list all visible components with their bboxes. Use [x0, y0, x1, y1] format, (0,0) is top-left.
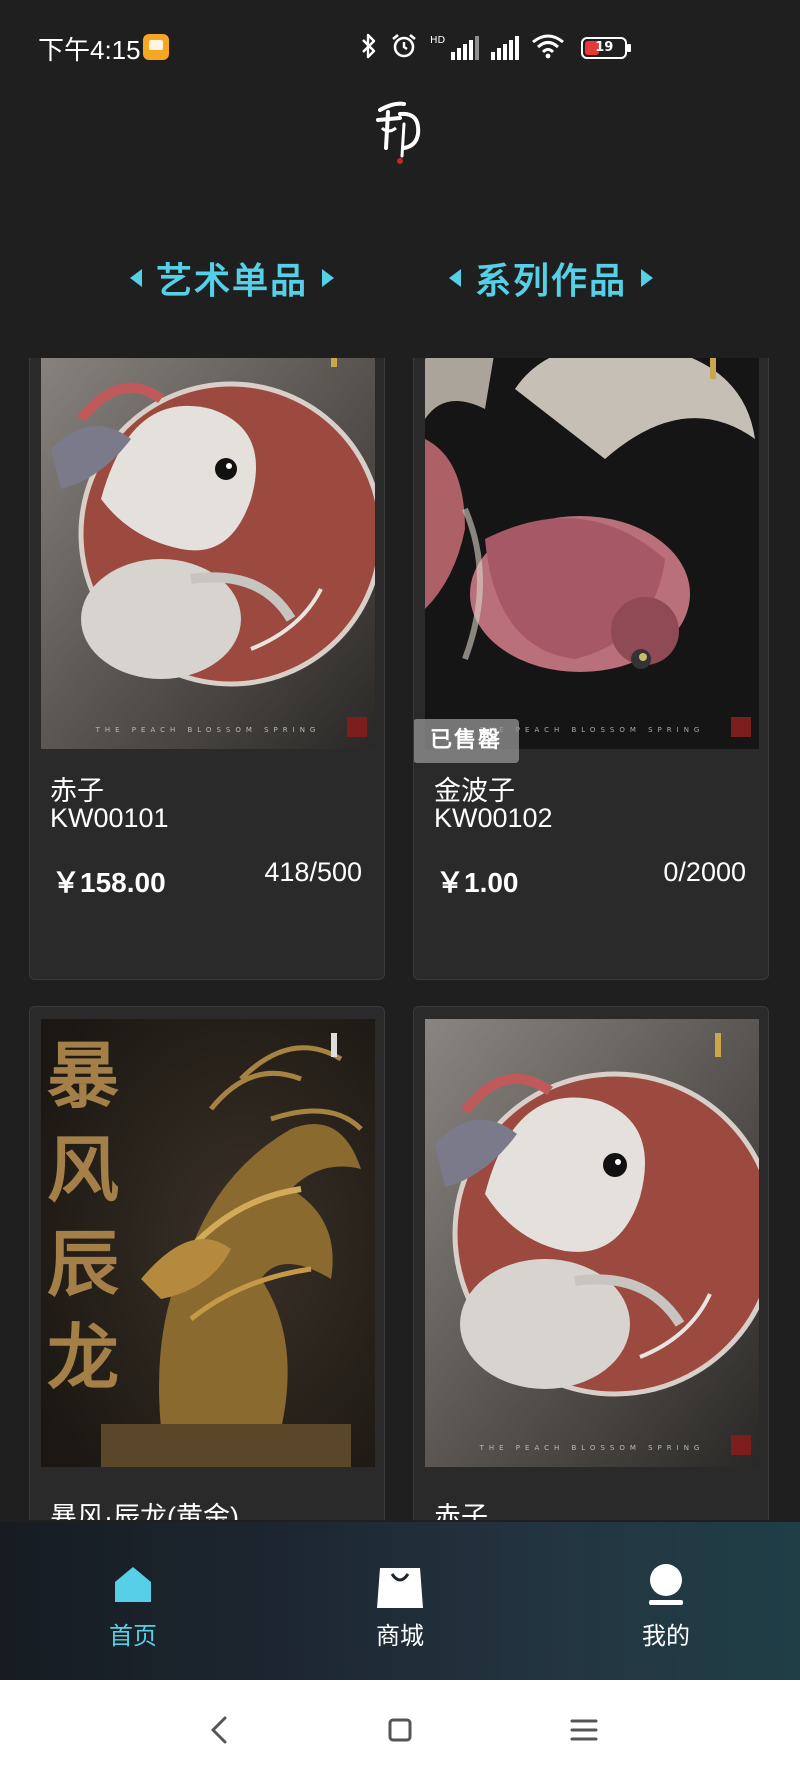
tab-label: 系列作品 [475, 261, 628, 302]
battery-icon: 19 [581, 37, 632, 59]
arrow-left-icon [130, 269, 142, 287]
status-bar: 下午4:15 HD 19 [0, 0, 800, 96]
menu-icon[interactable] [562, 1708, 606, 1752]
tab-series-works[interactable]: 系列作品 [449, 250, 654, 306]
back-icon[interactable] [198, 1708, 242, 1752]
alarm-icon [390, 32, 418, 65]
arrow-right-icon [322, 269, 335, 287]
product-image[interactable]: THE PEACH BLOSSOM SPRING [425, 358, 759, 749]
arrow-left-icon [449, 269, 461, 287]
nav-profile[interactable]: 我的 [606, 1564, 726, 1651]
product-grid: THE PEACH BLOSSOM SPRING 赤子 KW00101 ￥158… [0, 358, 800, 1520]
product-card[interactable]: THE PEACH BLOSSOM SPRING 赤子 KW00101 ￥158… [29, 358, 385, 980]
sold-out-badge: 已售罄 [414, 719, 519, 763]
nav-label: 我的 [642, 1622, 690, 1650]
notification-app-icon [143, 34, 169, 60]
shopping-bag-icon [340, 1564, 460, 1608]
category-tabs: 艺术单品 系列作品 [0, 250, 800, 310]
product-stock: 418/500 [264, 857, 362, 887]
image-caption: THE PEACH BLOSSOM SPRING [95, 726, 321, 734]
arrow-right-icon [641, 269, 654, 287]
brand-logo [374, 98, 426, 168]
product-card[interactable]: THE PEACH BLOSSOM SPRING 已售罄 金波子 KW00102… [413, 358, 769, 980]
product-code: KW00102 [434, 803, 553, 833]
product-card[interactable]: THE PEACH BLOSSOM SPRING 赤子 [413, 1006, 769, 1520]
nav-shop[interactable]: 商城 [340, 1564, 460, 1651]
image-caption: THE PEACH BLOSSOM SPRING [479, 1444, 705, 1452]
wifi-icon [531, 33, 565, 64]
product-card[interactable]: 暴风辰龙 暴风·辰龙(黄金) [29, 1006, 385, 1520]
product-price: ￥1.00 [436, 867, 519, 898]
tab-art-single[interactable]: 艺术单品 [130, 250, 335, 306]
signal-icon-2 [491, 36, 520, 60]
profile-icon [606, 1564, 726, 1608]
poster-text: 暴风辰龙 [47, 1033, 120, 1400]
status-time: 下午4:15 [38, 35, 141, 65]
bluetooth-icon [360, 33, 378, 64]
hd-label: HD [430, 34, 446, 46]
product-code: KW00101 [50, 803, 169, 833]
battery-level: 19 [595, 40, 614, 55]
home-square-icon[interactable] [378, 1708, 422, 1752]
product-image[interactable]: THE PEACH BLOSSOM SPRING [41, 358, 375, 749]
nav-label: 商城 [376, 1622, 424, 1650]
nav-home[interactable]: 首页 [73, 1564, 193, 1651]
signal-icon-1 [451, 36, 480, 60]
nav-label: 首页 [109, 1622, 157, 1650]
system-nav-bar [0, 1680, 800, 1778]
status-icons: HD 19 [360, 28, 632, 68]
product-name: 暴风·辰龙(黄金) [50, 1502, 239, 1520]
tab-label: 艺术单品 [156, 261, 309, 302]
product-image[interactable]: 暴风辰龙 [41, 1019, 375, 1467]
home-icon [73, 1564, 193, 1608]
product-stock: 0/2000 [663, 857, 746, 887]
product-image[interactable]: THE PEACH BLOSSOM SPRING [425, 1019, 759, 1467]
product-name: 赤子 [434, 1502, 488, 1520]
bottom-nav: 首页 商城 我的 [0, 1522, 800, 1680]
product-price: ￥158.00 [52, 867, 166, 898]
